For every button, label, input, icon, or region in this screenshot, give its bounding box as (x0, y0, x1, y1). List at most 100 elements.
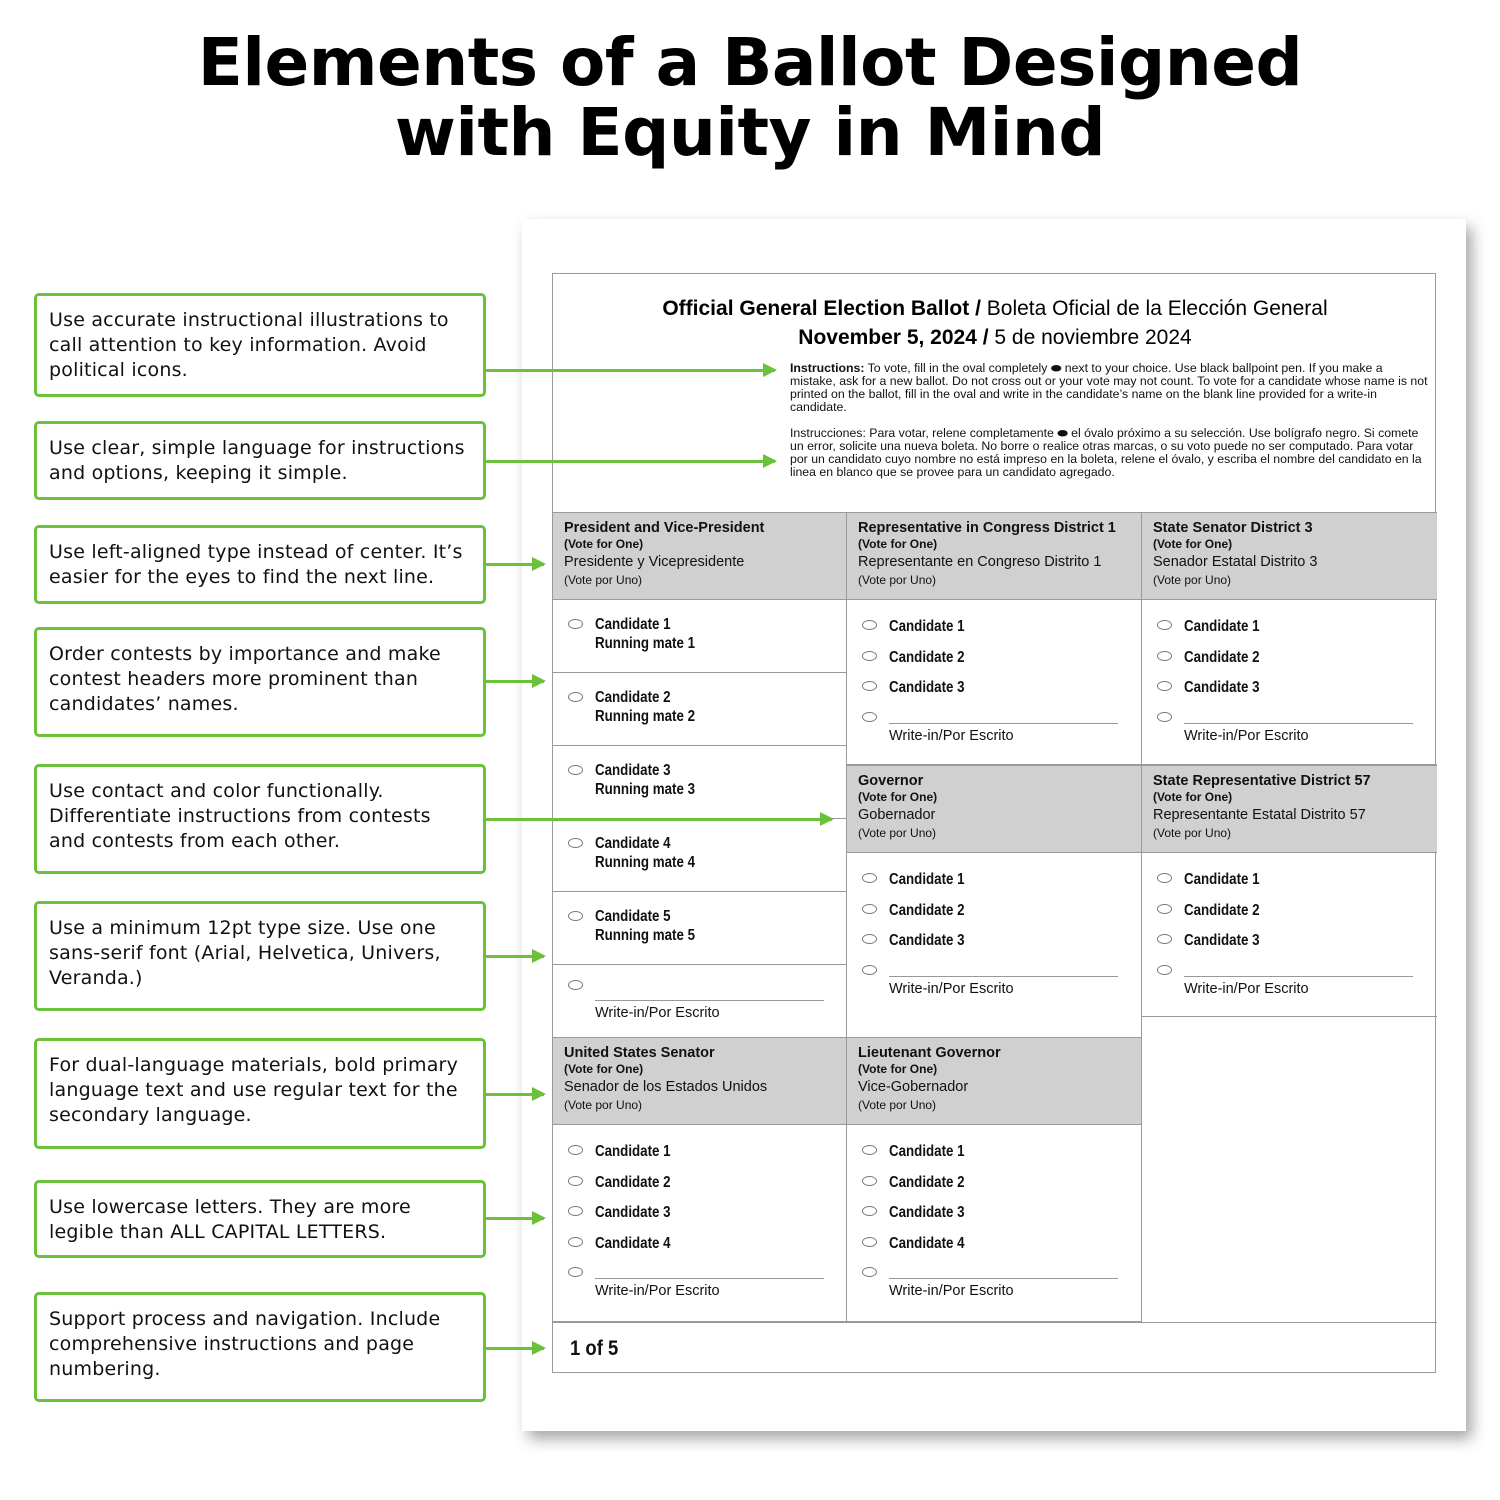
write-in-option[interactable]: Write-in/Por Escrito (847, 1261, 1141, 1313)
candidate-option[interactable]: Candidate 1 (1142, 614, 1437, 645)
vote-oval[interactable] (862, 1267, 877, 1277)
candidate-option[interactable]: Candidate 2 (553, 1170, 846, 1201)
vote-oval[interactable] (862, 711, 877, 722)
arrow-connector (486, 674, 546, 688)
vote-oval[interactable] (568, 1175, 583, 1186)
contest-header: Representative in Congress District 1 (V… (847, 512, 1141, 600)
candidate-option[interactable]: Candidate 3 (847, 675, 1141, 706)
candidate-option[interactable]: Candidate 2 (1142, 898, 1437, 929)
candidate-name: Candidate 1 (595, 616, 671, 633)
vote-oval[interactable] (862, 1145, 877, 1155)
vote-oval[interactable] (568, 911, 583, 921)
arrow-connector (486, 557, 546, 571)
candidate-option[interactable]: Candidate 2 (1142, 645, 1437, 676)
ballot: Official General Election Ballot / Bolet… (552, 273, 1437, 1373)
callout-illustrations: Use accurate instructional illustrations… (34, 293, 486, 397)
contest-state-senator: State Senator District 3 (Vote for One) … (1142, 512, 1437, 765)
candidate-option[interactable]: Candidate 1 Running mate 1 (553, 600, 846, 673)
candidate-option[interactable]: Candidate 1 (847, 1139, 1141, 1170)
vote-oval[interactable] (862, 1206, 877, 1216)
arrow-connector (486, 812, 834, 826)
candidate-name: Candidate 3 Running mate 3 (595, 761, 695, 799)
vote-oval[interactable] (1157, 711, 1172, 722)
candidate-name: Candidate 2 (1184, 901, 1260, 919)
vote-oval[interactable] (862, 681, 877, 691)
contest-lieutenant-governor: Lieutenant Governor (Vote for One) Vice-… (847, 1037, 1142, 1322)
vote-oval[interactable] (1157, 620, 1172, 630)
candidate-option[interactable]: Candidate 1 (847, 867, 1141, 898)
vote-oval[interactable] (862, 620, 877, 630)
write-in-option[interactable]: Write-in/Por Escrito (847, 706, 1141, 758)
write-in-option[interactable]: Write-in/Por Escrito (847, 959, 1141, 1011)
vote-oval[interactable] (568, 1206, 583, 1216)
candidate-option[interactable]: Candidate 2 Running mate 2 (553, 673, 846, 746)
candidate-option[interactable]: Candidate 5 Running mate 5 (553, 892, 846, 965)
vote-oval[interactable] (1157, 903, 1172, 914)
contest-header: United States Senator (Vote for One) Sen… (553, 1037, 846, 1125)
write-in-line[interactable] (889, 1278, 1118, 1279)
write-in-line[interactable] (889, 975, 1118, 977)
vote-oval[interactable] (568, 838, 583, 848)
page-number: 1 of 5 (570, 1337, 619, 1360)
vote-oval[interactable] (568, 1267, 583, 1277)
vote-oval[interactable] (862, 650, 877, 661)
vote-oval[interactable] (568, 1145, 583, 1155)
vote-oval[interactable] (862, 873, 877, 883)
arrow-connector (486, 1211, 546, 1225)
vote-oval[interactable] (568, 619, 583, 629)
title-line-1: Elements of a Ballot Designed (197, 24, 1303, 101)
vote-oval[interactable] (1157, 650, 1172, 661)
candidate-name: Candidate 2 (889, 901, 965, 919)
candidate-option[interactable]: Candidate 4 Running mate 4 (553, 819, 846, 892)
candidate-option[interactable]: Candidate 3 (1142, 675, 1437, 706)
vote-oval[interactable] (1157, 873, 1172, 883)
candidate-name: Candidate 5 Running mate 5 (595, 907, 695, 945)
vote-oval[interactable] (862, 934, 877, 944)
write-in-line[interactable] (595, 1000, 824, 1001)
vote-oval[interactable] (862, 903, 877, 914)
candidate-option[interactable]: Candidate 3 (847, 928, 1141, 959)
candidate-option[interactable]: Candidate 4 (847, 1231, 1141, 1262)
vote-oval[interactable] (862, 964, 877, 975)
candidate-name: Running mate 1 (595, 635, 695, 652)
vote-oval[interactable] (862, 1175, 877, 1186)
ballot-date-es: 5 de noviembre 2024 (994, 326, 1192, 349)
ballot-header: Official General Election Ballot / Bolet… (553, 274, 1437, 512)
write-in-option[interactable]: Write-in/Por Escrito (553, 965, 846, 1035)
ballot-title-en: Official General Election Ballot (662, 297, 970, 320)
write-in-option[interactable]: Write-in/Por Escrito (1142, 959, 1437, 1011)
candidate-option[interactable]: Candidate 3 Running mate 3 (553, 746, 846, 819)
write-in-line[interactable] (1184, 975, 1413, 977)
candidate-option[interactable]: Candidate 1 (1142, 867, 1437, 898)
vote-oval[interactable] (1157, 934, 1172, 944)
candidate-option[interactable]: Candidate 1 (847, 614, 1141, 645)
vote-oval[interactable] (568, 692, 583, 702)
write-in-line[interactable] (889, 722, 1118, 724)
candidate-option[interactable]: Candidate 2 (847, 1170, 1141, 1201)
title-line-2: with Equity in Mind (394, 94, 1106, 171)
write-in-line[interactable] (595, 1278, 824, 1279)
ballot-title: Official General Election Ballot / Bolet… (662, 297, 1328, 349)
candidate-option[interactable]: Candidate 3 (1142, 928, 1437, 959)
write-in-option[interactable]: Write-in/Por Escrito (553, 1261, 846, 1313)
candidate-option[interactable]: Candidate 3 (553, 1200, 846, 1231)
vote-oval[interactable] (1157, 964, 1172, 975)
vote-oval[interactable] (1157, 681, 1172, 691)
candidate-option[interactable]: Candidate 4 (553, 1231, 846, 1262)
write-in-option[interactable]: Write-in/Por Escrito (1142, 706, 1437, 758)
arrow-connector (486, 363, 777, 377)
candidate-option[interactable]: Candidate 2 (847, 645, 1141, 676)
candidate-name: Candidate 3 (1184, 932, 1260, 949)
contest-header: Governor (Vote for One) Gobernador (Vote… (847, 765, 1141, 853)
candidate-option[interactable]: Candidate 2 (847, 898, 1141, 929)
candidate-option[interactable]: Candidate 3 (847, 1200, 1141, 1231)
write-in-line[interactable] (1184, 722, 1413, 724)
vote-oval[interactable] (568, 765, 583, 775)
contest-header: Lieutenant Governor (Vote for One) Vice-… (847, 1037, 1141, 1125)
instructions-spanish: Instrucciones: Para votar, relene comple… (790, 426, 1422, 479)
candidate-option[interactable]: Candidate 1 (553, 1139, 846, 1170)
vote-oval[interactable] (862, 1236, 877, 1247)
vote-oval[interactable] (568, 1236, 583, 1247)
vote-oval[interactable] (568, 980, 583, 990)
contest-president: President and Vice-President (Vote for O… (553, 512, 847, 1038)
